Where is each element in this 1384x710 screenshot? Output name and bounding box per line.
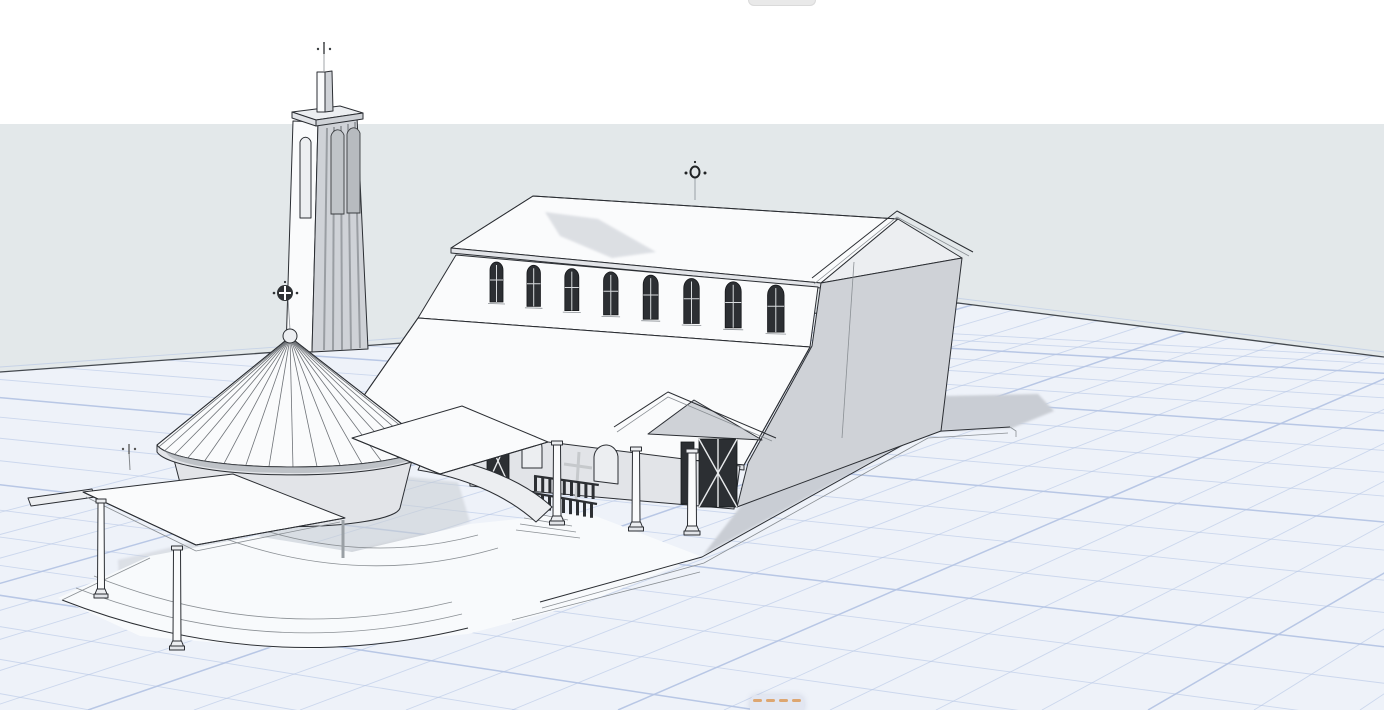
bottom-drawer-handle[interactable] (750, 695, 804, 710)
top-drawer-handle[interactable] (748, 0, 816, 6)
arched-doorway (594, 445, 618, 484)
dome-finial-sphere (283, 329, 297, 343)
drawer-dash (792, 699, 801, 702)
viewport-3d[interactable] (0, 0, 1384, 710)
drawer-dash (753, 699, 762, 702)
drawer-dash (779, 699, 788, 702)
sky (0, 0, 1384, 124)
model-viewer-stage (0, 0, 1384, 710)
drawer-dash (766, 699, 775, 702)
tower-arched-slot (300, 137, 311, 218)
